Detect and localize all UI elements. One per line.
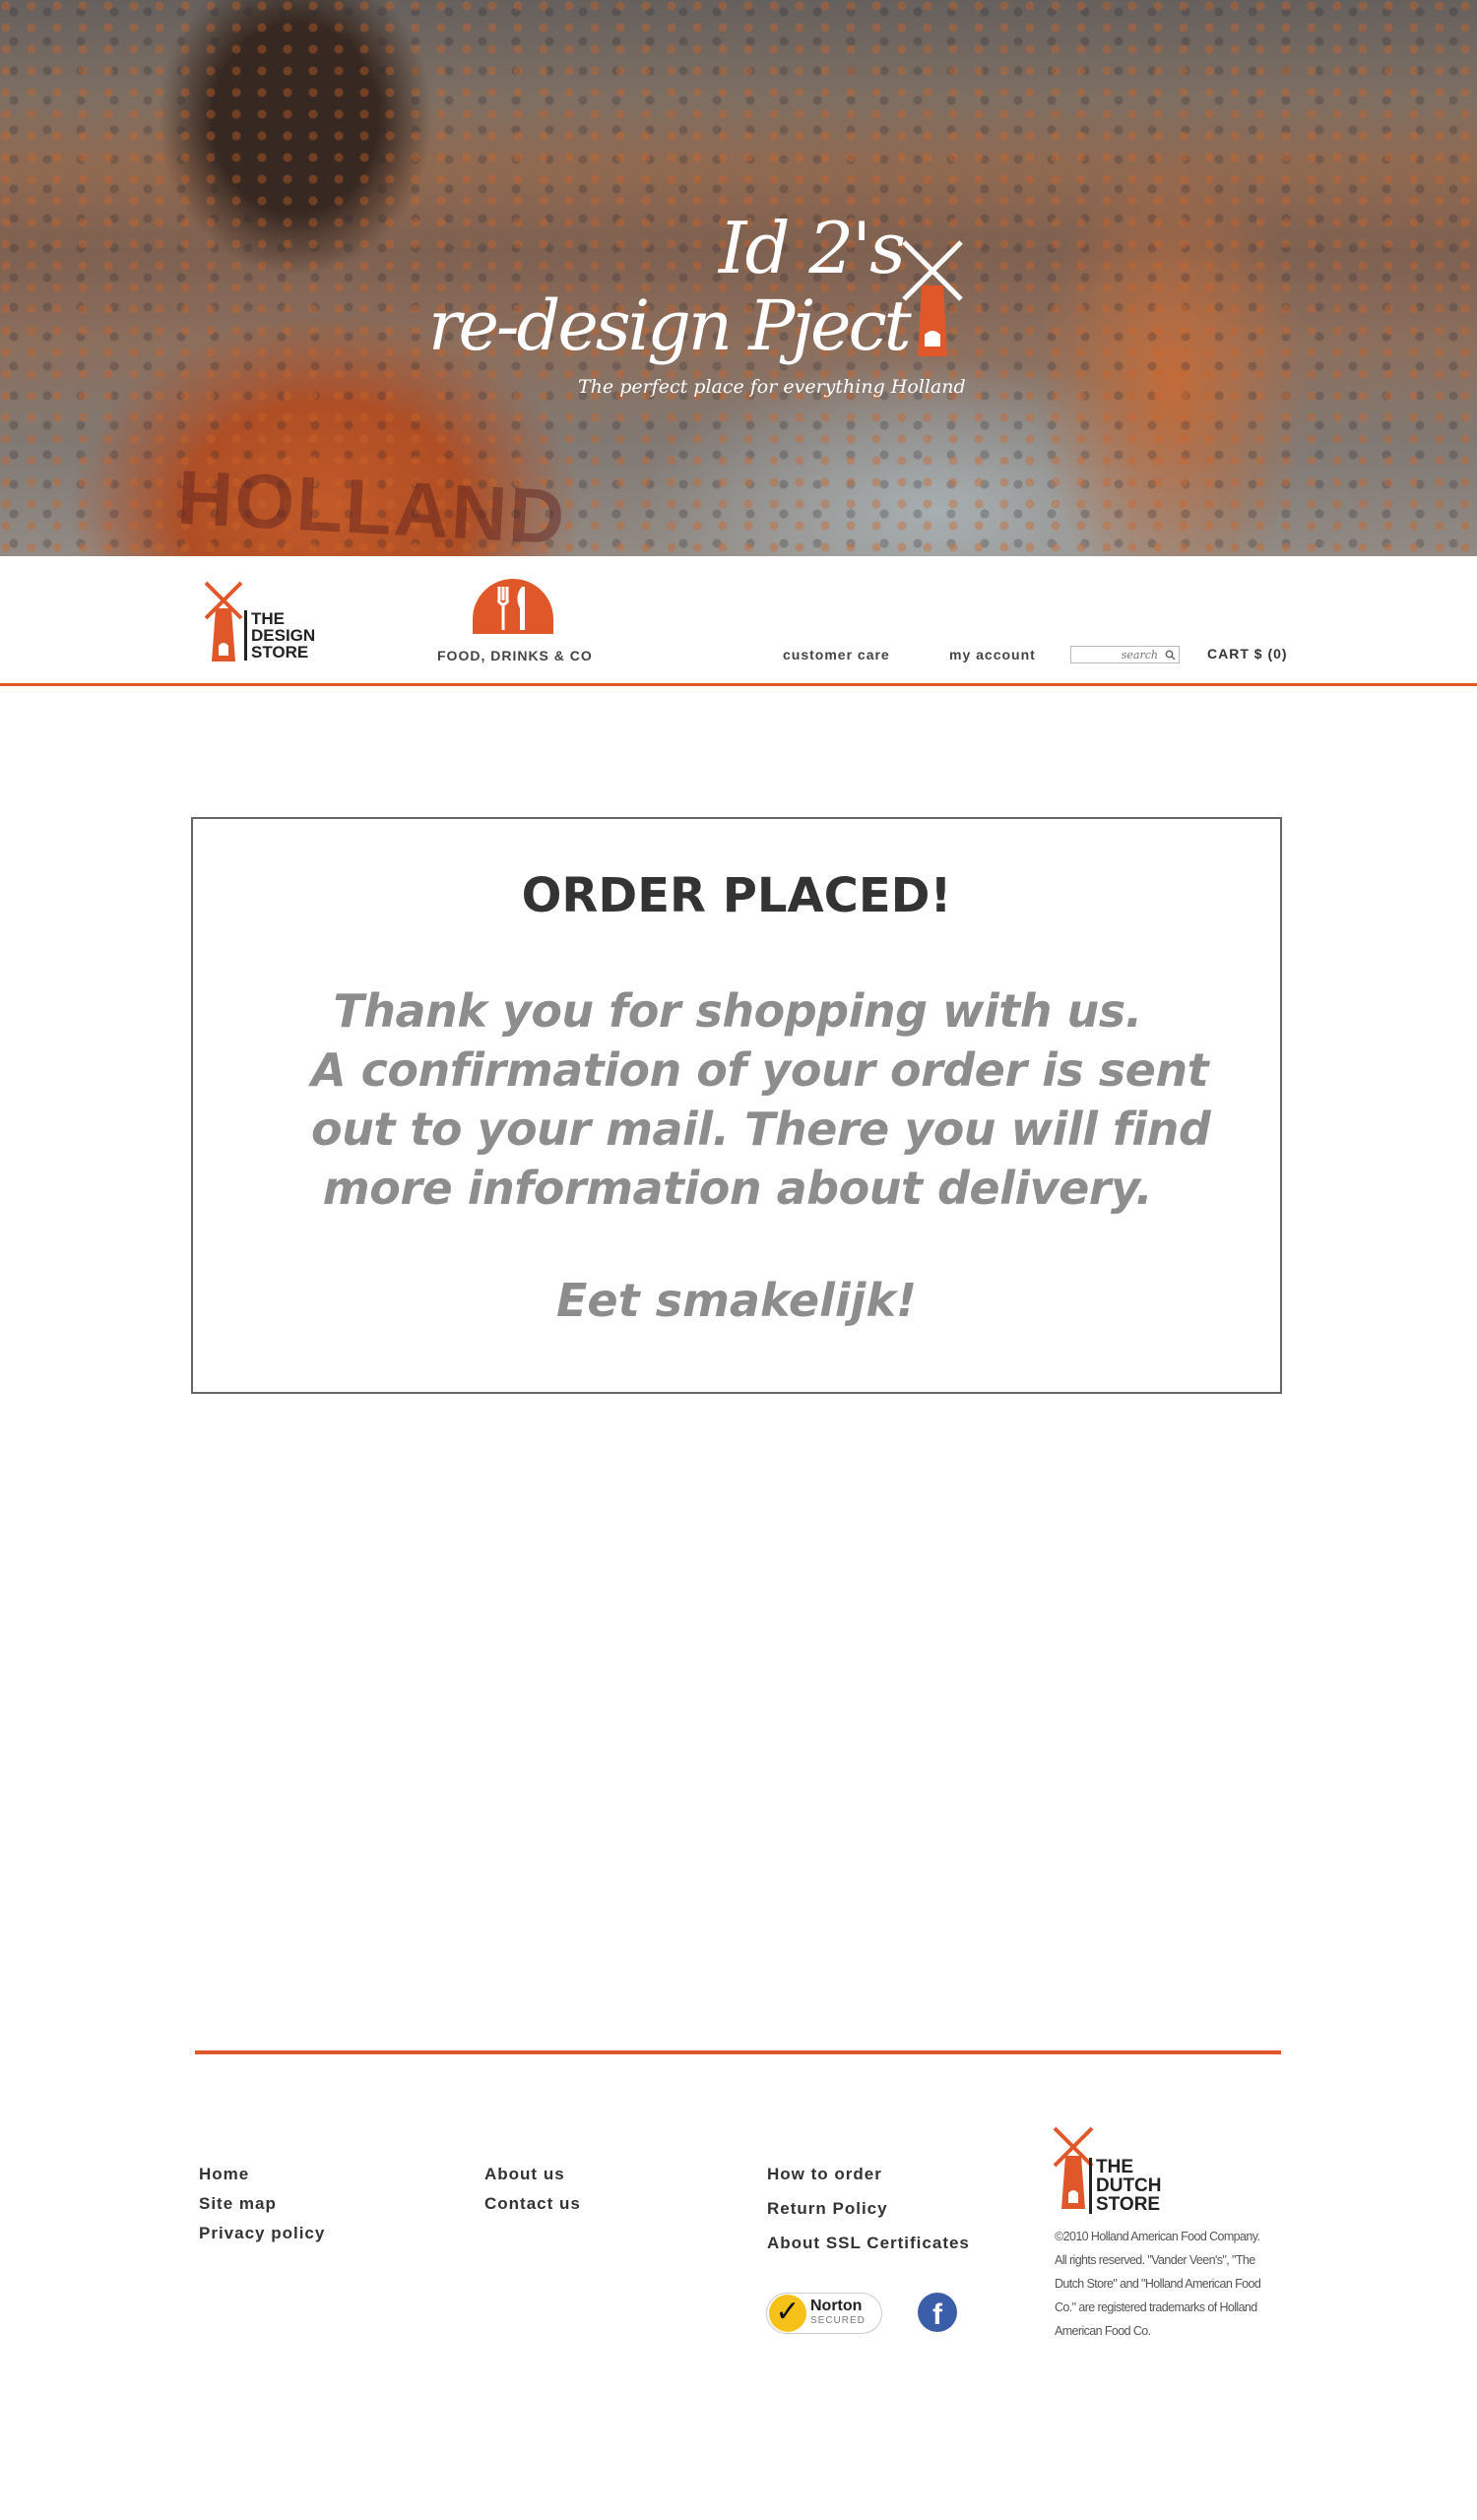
search-input[interactable] xyxy=(1073,647,1158,662)
fork-knife-icon xyxy=(496,587,525,630)
footer-link-home[interactable]: Home xyxy=(199,2165,249,2184)
food-category-button[interactable] xyxy=(473,579,553,634)
dutch-store-windmill-icon xyxy=(1053,2126,1094,2209)
footer-link-return-policy[interactable]: Return Policy xyxy=(767,2199,888,2219)
footer-link-privacy-policy[interactable]: Privacy policy xyxy=(199,2224,325,2243)
hero-tagline: The perfect place for everything Holland xyxy=(578,376,966,398)
facebook-icon[interactable]: f xyxy=(918,2293,957,2332)
confirmation-message: Thank you for shopping with us. A confir… xyxy=(311,984,1211,1215)
copyright-text: ©2010 Holland American Food Company. All… xyxy=(1055,2230,1261,2338)
nav-divider xyxy=(0,683,1477,686)
order-placed-heading: ORDER PLACED! xyxy=(521,868,952,923)
cart-link[interactable]: CART $ (0) xyxy=(1207,646,1288,662)
footer-link-ssl-certificates[interactable]: About SSL Certificates xyxy=(767,2234,970,2253)
norton-secured-badge[interactable]: ✓ Norton SECURED xyxy=(766,2293,882,2334)
dutch-store-logo[interactable]: THE DUTCH STORE xyxy=(1089,2158,1162,2214)
checkmark-icon: ✓ xyxy=(769,2295,806,2332)
search-icon[interactable] xyxy=(1165,650,1176,661)
footer-link-how-to-order[interactable]: How to order xyxy=(767,2165,882,2184)
my-account-link[interactable]: my account xyxy=(949,647,1036,662)
confirmation-signoff: Eet smakelijk! xyxy=(555,1274,917,1327)
customer-care-link[interactable]: customer care xyxy=(783,647,890,662)
footer-link-site-map[interactable]: Site map xyxy=(199,2194,277,2214)
hero-title-line2: re-design Pject xyxy=(428,285,912,366)
hero-banner: HOLLAND Id 2's re-design Pject The perfe… xyxy=(0,0,1477,556)
design-store-windmill-icon xyxy=(204,581,243,662)
design-store-logo[interactable]: THE DESIGN STORE xyxy=(244,610,315,661)
food-category-label[interactable]: FOOD, DRINKS & CO xyxy=(437,648,593,663)
search-box xyxy=(1070,646,1180,663)
footer-link-about-us[interactable]: About us xyxy=(484,2165,565,2184)
footer-divider xyxy=(195,2050,1281,2054)
windmill-icon xyxy=(902,240,963,356)
order-confirmation-panel: ORDER PLACED! Thank you for shopping wit… xyxy=(191,817,1282,1394)
hero-title-line1: Id 2's xyxy=(719,207,906,289)
footer-link-contact-us[interactable]: Contact us xyxy=(484,2194,581,2214)
